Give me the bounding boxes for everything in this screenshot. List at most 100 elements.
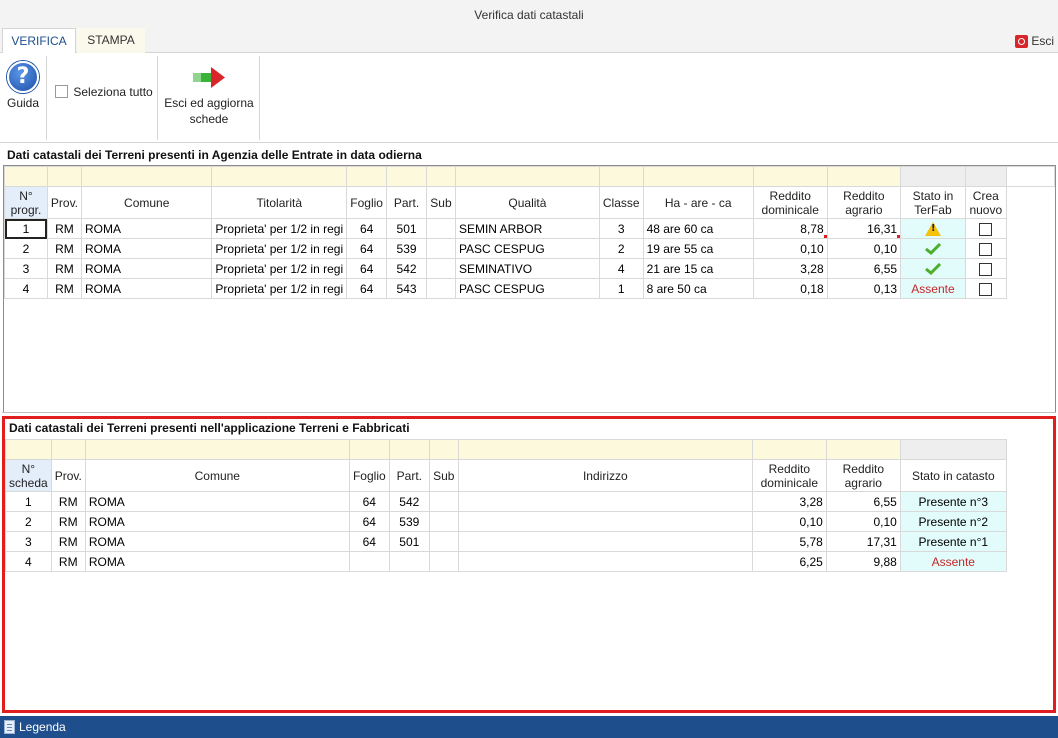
cell-sub bbox=[425, 218, 456, 239]
col-agrario[interactable]: Reddito agrario bbox=[826, 186, 902, 219]
col-foglio[interactable]: Foglio bbox=[348, 459, 390, 492]
filter-row[interactable] bbox=[5, 439, 1007, 460]
col-dominicale[interactable]: Reddito dominicale bbox=[752, 186, 828, 219]
cell-crea[interactable] bbox=[964, 258, 1007, 279]
cell-stato[interactable] bbox=[900, 218, 966, 239]
ribbon-separator bbox=[157, 56, 158, 140]
cell-titolarita: Proprieta' per 1/2 in regi bbox=[211, 238, 348, 259]
table-row[interactable]: 4 RM ROMA 6,25 9,88 Assente bbox=[5, 551, 1007, 572]
col-titolarita[interactable]: Titolarità bbox=[211, 186, 348, 219]
cell-prov: RM bbox=[50, 551, 86, 572]
tab-verifica[interactable]: VERIFICA bbox=[2, 28, 76, 54]
legend-button[interactable]: Legenda bbox=[19, 716, 66, 738]
col-crea[interactable]: Crea nuovo bbox=[964, 186, 1007, 219]
cell-num[interactable]: 1 bbox=[5, 491, 52, 512]
col-part[interactable]: Part. bbox=[388, 459, 430, 492]
crea-nuovo-checkbox[interactable] bbox=[979, 222, 993, 236]
table-row[interactable]: 2 RM ROMA 64 539 0,10 0,10 Presente n°2 bbox=[5, 511, 1007, 532]
exit-update-label-1: Esci ed aggiorna bbox=[164, 96, 254, 110]
cell-part: 542 bbox=[386, 258, 427, 279]
cell-classe: 1 bbox=[598, 278, 644, 299]
cell-ha: 19 are 55 ca bbox=[642, 238, 754, 259]
table-row[interactable]: 2 RM ROMA Proprieta' per 1/2 in regi 64 … bbox=[4, 238, 1055, 259]
cell-dominicale: 5,78 bbox=[751, 531, 827, 552]
cell-titolarita: Proprieta' per 1/2 in regi bbox=[211, 218, 348, 239]
cell-dominicale: 3,28 bbox=[752, 258, 828, 279]
cell-agrario: 0,13 bbox=[826, 278, 902, 299]
col-comune[interactable]: Comune bbox=[81, 186, 213, 219]
cell-crea[interactable] bbox=[964, 238, 1007, 259]
col-comune[interactable]: Comune bbox=[84, 459, 350, 492]
cell-stato[interactable]: Presente n°2 bbox=[899, 511, 1007, 532]
cell-sub bbox=[428, 531, 459, 552]
cell-foglio: 64 bbox=[346, 278, 388, 299]
col-prov[interactable]: Prov. bbox=[50, 459, 86, 492]
cell-part: 542 bbox=[388, 491, 430, 512]
title-bar: Verifica dati catastali bbox=[0, 0, 1058, 28]
exit-button[interactable]: Esci bbox=[1015, 34, 1054, 48]
col-agrario[interactable]: Reddito agrario bbox=[825, 459, 901, 492]
cell-stato[interactable]: Assente bbox=[900, 278, 966, 299]
col-num[interactable]: N° scheda bbox=[5, 459, 52, 492]
col-prov[interactable]: Prov. bbox=[46, 186, 83, 219]
table-row[interactable]: 1 RM ROMA Proprieta' per 1/2 in regi 64 … bbox=[4, 218, 1055, 239]
col-classe[interactable]: Classe bbox=[598, 186, 644, 219]
exit-update-button[interactable]: Esci ed aggiorna schede bbox=[162, 64, 256, 127]
cell-titolarita: Proprieta' per 1/2 in regi bbox=[211, 278, 348, 299]
crea-nuovo-checkbox[interactable] bbox=[979, 242, 993, 256]
cell-prov: RM bbox=[50, 531, 86, 552]
agenzia-table: N° progr. Prov. Comune Titolarità Foglio… bbox=[4, 166, 1056, 299]
cell-qualita: SEMINATIVO bbox=[454, 258, 600, 279]
cell-num[interactable]: 3 bbox=[4, 258, 48, 279]
table-row[interactable]: 3 RM ROMA 64 501 5,78 17,31 Presente n°1 bbox=[5, 531, 1007, 552]
cell-qualita: PASC CESPUG bbox=[454, 238, 600, 259]
cell-part: 539 bbox=[388, 511, 430, 532]
cell-stato[interactable]: Assente bbox=[899, 551, 1007, 572]
col-num[interactable]: N° progr. bbox=[4, 186, 48, 219]
col-ha[interactable]: Ha - are - ca bbox=[642, 186, 754, 219]
cell-num[interactable]: 4 bbox=[5, 551, 52, 572]
table-row[interactable]: 3 RM ROMA Proprieta' per 1/2 in regi 64 … bbox=[4, 258, 1055, 279]
col-sub[interactable]: Sub bbox=[425, 186, 456, 219]
cell-num[interactable]: 2 bbox=[5, 511, 52, 532]
check-icon bbox=[925, 263, 941, 276]
cell-agrario: 9,88 bbox=[825, 551, 901, 572]
help-button[interactable]: ? Guida bbox=[5, 61, 41, 110]
tab-stampa[interactable]: STAMPA bbox=[77, 28, 145, 53]
check-icon bbox=[925, 243, 941, 256]
col-part[interactable]: Part. bbox=[386, 186, 427, 219]
cell-crea[interactable] bbox=[964, 218, 1007, 239]
col-indirizzo[interactable]: Indirizzo bbox=[457, 459, 753, 492]
cell-foglio: 64 bbox=[346, 258, 388, 279]
col-qualita[interactable]: Qualità bbox=[454, 186, 600, 219]
col-foglio[interactable]: Foglio bbox=[346, 186, 388, 219]
cell-foglio: 64 bbox=[346, 238, 388, 259]
cell-num[interactable]: 3 bbox=[5, 531, 52, 552]
cell-num[interactable]: 1 bbox=[4, 218, 48, 239]
ribbon-toolbar: ? Guida Seleziona tutto Esci ed aggiorna… bbox=[0, 53, 1058, 143]
col-stato[interactable]: Stato in TerFab bbox=[900, 186, 966, 219]
cell-crea[interactable] bbox=[964, 278, 1007, 299]
select-all-checkbox[interactable]: Seleziona tutto bbox=[55, 84, 153, 99]
table-row[interactable]: 4 RM ROMA Proprieta' per 1/2 in regi 64 … bbox=[4, 278, 1055, 299]
cell-part bbox=[388, 551, 430, 572]
cell-num[interactable]: 4 bbox=[4, 278, 48, 299]
cell-stato[interactable]: Presente n°3 bbox=[899, 491, 1007, 512]
cell-num[interactable]: 2 bbox=[4, 238, 48, 259]
filter-row[interactable] bbox=[4, 166, 1056, 187]
col-sub[interactable]: Sub bbox=[428, 459, 459, 492]
cell-stato[interactable] bbox=[900, 258, 966, 279]
cell-stato[interactable]: Presente n°1 bbox=[899, 531, 1007, 552]
cell-stato[interactable] bbox=[900, 238, 966, 259]
col-stato[interactable]: Stato in catasto bbox=[899, 459, 1007, 492]
cell-comune: ROMA bbox=[81, 218, 213, 239]
col-dominicale[interactable]: Reddito dominicale bbox=[751, 459, 827, 492]
crea-nuovo-checkbox[interactable] bbox=[979, 262, 993, 276]
crea-nuovo-checkbox[interactable] bbox=[979, 282, 993, 296]
cell-sub bbox=[425, 278, 456, 299]
window-title: Verifica dati catastali bbox=[474, 8, 584, 22]
cell-indirizzo bbox=[457, 551, 753, 572]
table-row[interactable]: 1 RM ROMA 64 542 3,28 6,55 Presente n°3 bbox=[5, 491, 1007, 512]
cell-indirizzo bbox=[457, 531, 753, 552]
cell-ha: 48 are 60 ca bbox=[642, 218, 754, 239]
